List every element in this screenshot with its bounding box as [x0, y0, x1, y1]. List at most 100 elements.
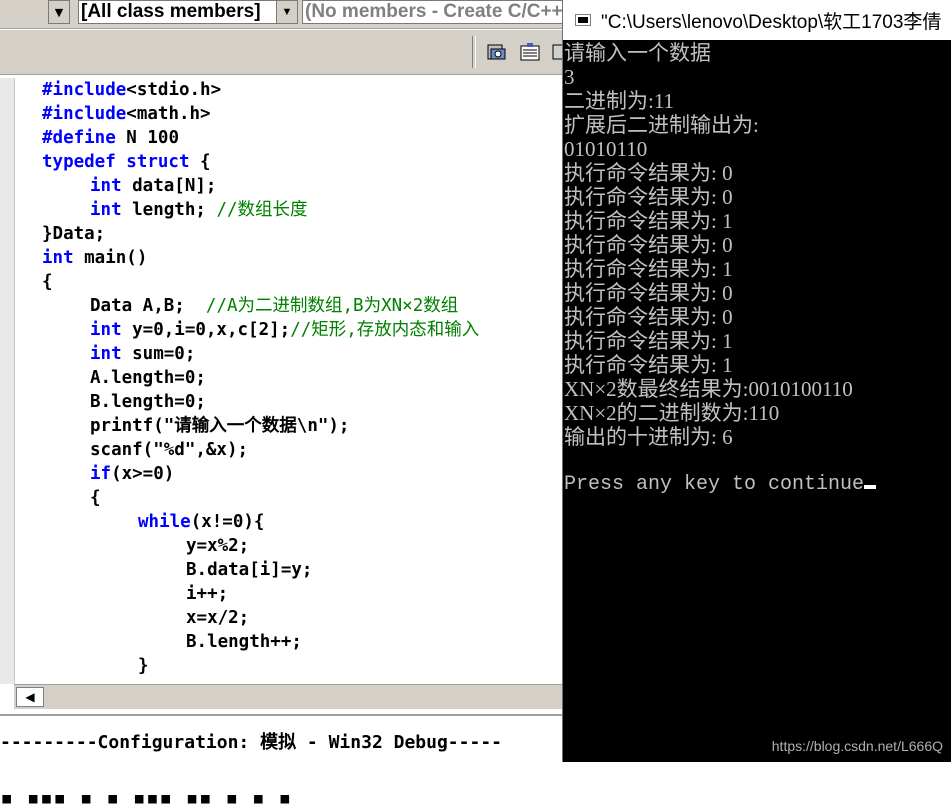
- code-line: #include<stdio.h>: [42, 78, 479, 102]
- code-comment: //数组长度: [216, 200, 308, 220]
- code-text: data[N];: [121, 176, 217, 196]
- code-line: scanf("%d",&x);: [42, 438, 479, 462]
- code-text: i++;: [186, 584, 229, 604]
- code-text: B.length++;: [186, 632, 302, 652]
- console-line: 01010110: [564, 137, 648, 161]
- code-keyword: int: [90, 176, 122, 196]
- code-line: printf("请输入一个数据\n");: [42, 414, 479, 438]
- code-line: if(x>=0): [42, 462, 479, 486]
- code-line: {: [42, 270, 479, 294]
- horizontal-scrollbar[interactable]: ◀: [14, 684, 563, 709]
- code-line: x=x/2;: [42, 606, 479, 630]
- code-comment: //矩形,存放内态和输入: [290, 320, 480, 340]
- output-text-fragment: ▪ ▪▪▪ ▪ ▪ ▪▪▪ ▪▪ ▪ ▪ ▪: [0, 794, 300, 804]
- chevron-down-icon: ▼: [54, 5, 64, 19]
- console-window[interactable]: "C:\Users\lenovo\Desktop\软工1703李倩 请输入一个数…: [562, 0, 951, 762]
- code-keyword: int: [90, 320, 122, 340]
- code-text: N 100: [115, 128, 179, 148]
- console-line: XN×2数最终结果为:0010100110: [564, 377, 853, 401]
- console-line: 输出的十进制为: 6: [564, 425, 733, 449]
- console-line: 请输入一个数据: [564, 41, 711, 65]
- code-line: B.length=0;: [42, 390, 479, 414]
- code-text: y=x%2;: [186, 536, 250, 556]
- code-line: int data[N];: [42, 174, 479, 198]
- scope-dropdown-button[interactable]: ▼: [48, 0, 70, 24]
- source-code: #include<stdio.h> #include<math.h> #define…: [42, 78, 479, 678]
- console-line: 执行命令结果为: 1: [564, 257, 733, 281]
- compile-icon[interactable]: [518, 40, 542, 64]
- code-keyword: int: [42, 248, 74, 268]
- code-editor[interactable]: #include<stdio.h> #include<math.h> #define…: [0, 78, 563, 684]
- code-line: #include<math.h>: [42, 102, 479, 126]
- code-text: (x>=0): [111, 464, 175, 484]
- code-line: #define N 100: [42, 126, 479, 150]
- members-combo[interactable]: (No members - Create C/C++: [302, 0, 572, 24]
- code-keyword: while: [138, 512, 191, 532]
- class-members-combo[interactable]: [All class members] ▼: [78, 0, 298, 24]
- code-text: }: [138, 656, 149, 676]
- code-text: main(): [73, 248, 148, 268]
- console-cursor: [864, 485, 877, 489]
- scroll-left-icon[interactable]: ◀: [16, 687, 44, 707]
- toolbar-separator: [472, 36, 476, 68]
- code-text: {: [189, 152, 211, 172]
- code-line: B.length++;: [42, 630, 479, 654]
- console-prompt-text: Press any key to continue: [564, 473, 865, 496]
- code-line: int y=0,i=0,x,c[2];//矩形,存放内态和输入: [42, 318, 479, 342]
- console-line: 执行命令结果为: 1: [564, 329, 733, 353]
- console-line: 执行命令结果为: 0: [564, 305, 733, 329]
- code-line: int main(): [42, 246, 479, 270]
- configuration-text: ---------Configuration: 模拟 - Win32 Debug…: [0, 732, 502, 753]
- code-text: scanf("%d",&x);: [90, 440, 249, 460]
- code-text: sum=0;: [121, 344, 196, 364]
- code-text: printf("请输入一个数据\n");: [90, 416, 350, 436]
- code-text: {: [90, 488, 101, 508]
- console-line: 执行命令结果为: 0: [564, 185, 733, 209]
- build-output-bar: ---------Configuration: 模拟 - Win32 Debug…: [0, 714, 563, 766]
- console-titlebar[interactable]: "C:\Users\lenovo\Desktop\软工1703李倩: [563, 0, 951, 40]
- code-line: int sum=0;: [42, 342, 479, 366]
- build-icon[interactable]: [484, 40, 508, 64]
- code-line: B.data[i]=y;: [42, 558, 479, 582]
- code-keyword: typedef struct: [42, 152, 190, 172]
- console-title: "C:\Users\lenovo\Desktop\软工1703李倩: [601, 11, 942, 33]
- console-line: 扩展后二进制输出为:: [564, 113, 759, 137]
- console-line: 执行命令结果为: 1: [564, 209, 733, 233]
- code-text: A.length=0;: [90, 368, 206, 388]
- code-text: y=0,i=0,x,c[2];: [121, 320, 291, 340]
- console-line: 执行命令结果为: 0: [564, 281, 733, 305]
- code-keyword: #include: [42, 104, 127, 124]
- code-keyword: int: [90, 200, 122, 220]
- code-line: {: [42, 486, 479, 510]
- code-line: i++;: [42, 582, 479, 606]
- code-line: int length; //数组长度: [42, 198, 479, 222]
- code-keyword: if: [90, 464, 112, 484]
- console-output: 请输入一个数据 3 二进制为:11 扩展后二进制输出为: 01010110 执行命令结果为…: [564, 41, 877, 497]
- class-members-value: [All class members]: [81, 1, 261, 22]
- code-keyword: #include: [42, 80, 127, 100]
- console-line: 执行命令结果为: 0: [564, 233, 733, 257]
- code-line: }Data;: [42, 222, 479, 246]
- console-line: 二进制为:11: [564, 89, 675, 113]
- code-text: }Data;: [42, 224, 106, 244]
- console-line: XN×2的二进制数为:110: [564, 401, 780, 425]
- code-keyword: int: [90, 344, 122, 364]
- code-line: Data A,B; //A为二进制数组,B为XN×2数组: [42, 294, 479, 318]
- code-text: (x!=0){: [190, 512, 265, 532]
- console-line: 执行命令结果为: 1: [564, 353, 733, 377]
- code-text: x=x/2;: [186, 608, 250, 628]
- code-comment: //A为二进制数组,B为XN×2数组: [205, 296, 459, 316]
- console-window-icon: [575, 14, 591, 26]
- code-text: B.length=0;: [90, 392, 206, 412]
- code-text: Data A,B;: [90, 296, 206, 316]
- code-line: A.length=0;: [42, 366, 479, 390]
- code-line: typedef struct {: [42, 150, 479, 174]
- code-text: <math.h>: [126, 104, 211, 124]
- chevron-down-icon[interactable]: ▼: [276, 1, 297, 23]
- code-line: while(x!=0){: [42, 510, 479, 534]
- code-line: y=x%2;: [42, 534, 479, 558]
- code-keyword: #define: [42, 128, 116, 148]
- console-line: 执行命令结果为: 0: [564, 161, 733, 185]
- console-prompt: Press any key to continue: [564, 473, 877, 497]
